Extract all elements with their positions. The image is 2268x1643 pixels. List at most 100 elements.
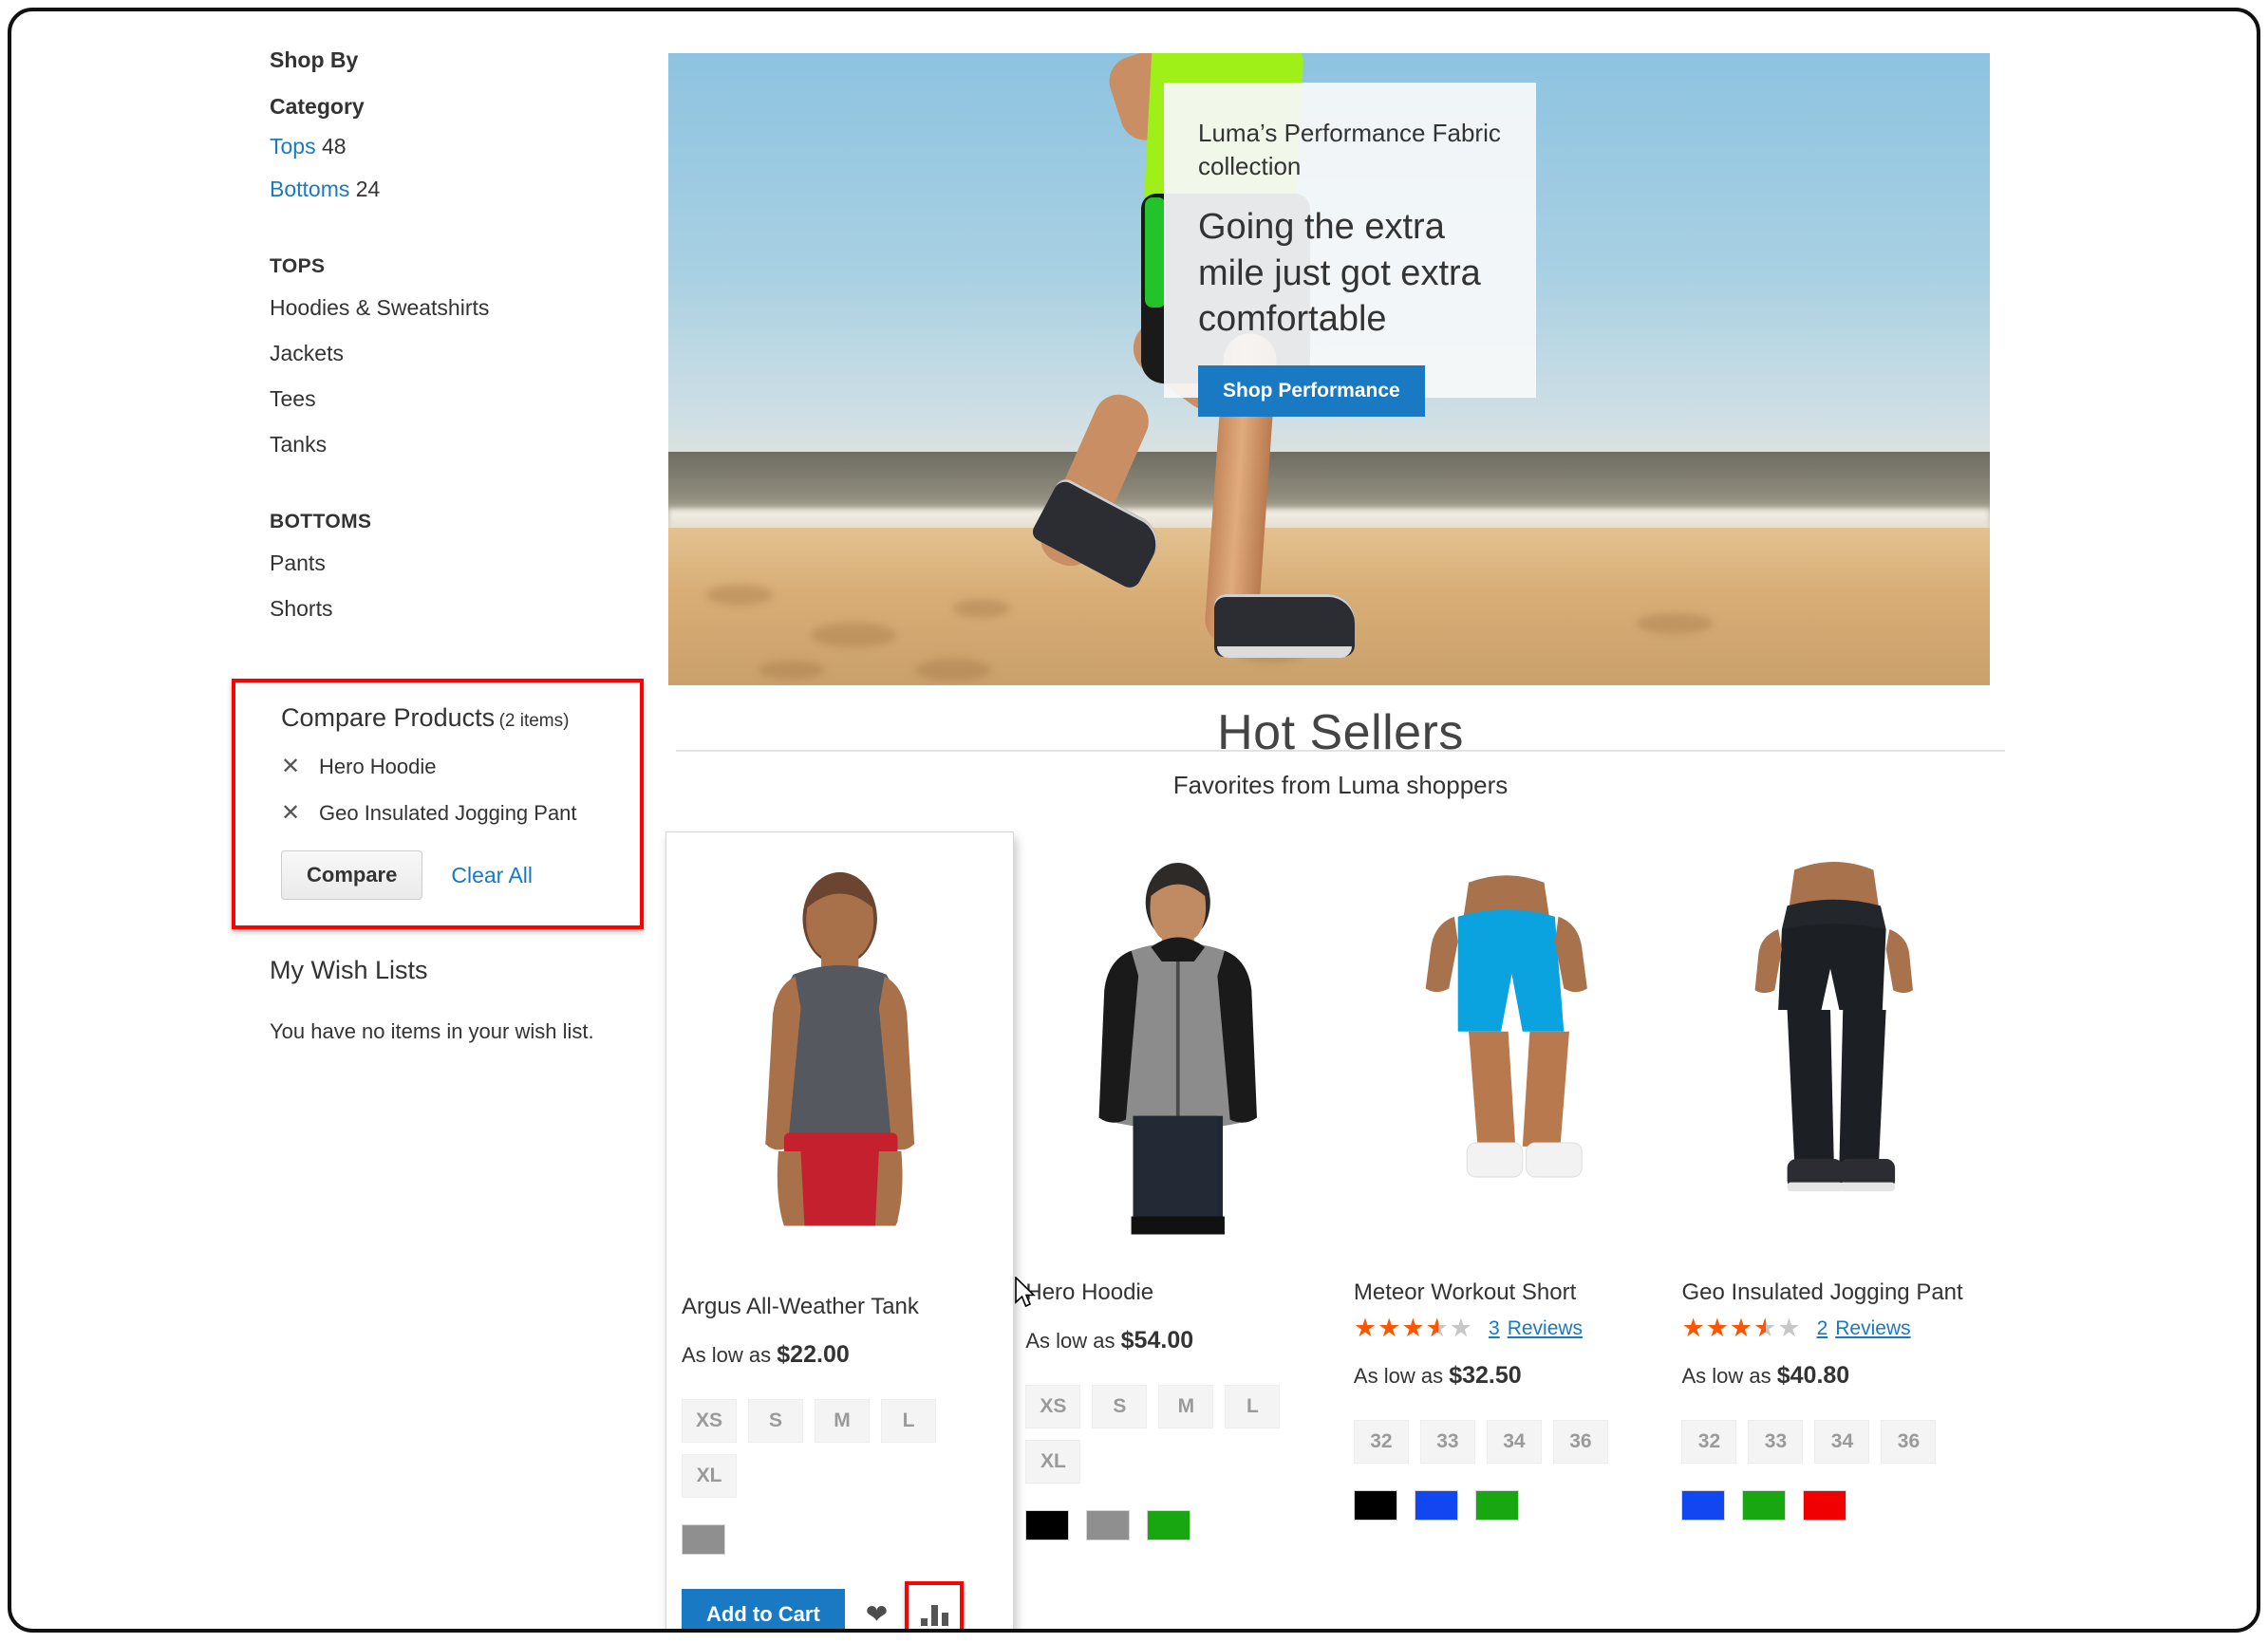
sidebar-item-tops[interactable]: Tops: [270, 134, 316, 159]
size-option[interactable]: 34: [1814, 1420, 1870, 1464]
size-options: 32 33 34 36: [1681, 1420, 1966, 1464]
price-value: $22.00: [777, 1341, 850, 1368]
color-swatches: [1353, 1490, 1659, 1521]
sand-footprint: [759, 661, 825, 680]
size-option[interactable]: 33: [1748, 1420, 1804, 1464]
runner-shorts-stripe: [1145, 197, 1166, 308]
sidebar: Shop By Category Tops 48 Bottoms 24 TOPS…: [270, 47, 668, 642]
product-image[interactable]: [1681, 831, 1988, 1257]
sand-footprint: [915, 659, 991, 681]
star-icon: ★: [1378, 1314, 1402, 1342]
size-option[interactable]: 32: [1353, 1420, 1409, 1464]
product-card[interactable]: Geo Insulated Jogging Pant ★ ★ ★ ★★ ★ 2 …: [1670, 831, 1998, 1629]
rating-stars[interactable]: ★ ★ ★ ★★ ★ 2 Reviews: [1681, 1316, 1987, 1341]
product-name[interactable]: Meteor Workout Short: [1354, 1279, 1659, 1306]
size-option[interactable]: L: [1225, 1385, 1281, 1428]
product-image[interactable]: [1353, 831, 1659, 1257]
star-icon: ★: [1705, 1314, 1730, 1342]
runner-shoe-sole: [1217, 646, 1352, 658]
color-swatch[interactable]: [1025, 1510, 1070, 1540]
compare-item-label[interactable]: Hero Hoodie: [319, 755, 437, 779]
mouse-cursor: [1015, 1277, 1036, 1308]
add-to-cart-button[interactable]: Add to Cart: [682, 1589, 845, 1629]
size-option[interactable]: 34: [1486, 1420, 1542, 1464]
product-grid: Argus All-Weather Tank As low as $22.00 …: [665, 831, 1998, 1629]
reviews-link[interactable]: Reviews: [1508, 1317, 1583, 1340]
reviews-link[interactable]: Reviews: [1835, 1317, 1910, 1340]
rating-stars[interactable]: ★ ★ ★ ★★ ★ 3 Reviews: [1354, 1316, 1659, 1341]
compare-actions: Compare Clear All: [281, 850, 615, 900]
sand-footprint: [1637, 613, 1713, 634]
shop-performance-button[interactable]: Shop Performance: [1198, 365, 1425, 418]
size-option[interactable]: XL: [682, 1454, 737, 1498]
product-name[interactable]: Argus All-Weather Tank: [682, 1294, 998, 1320]
sidebar-item-pants[interactable]: Pants: [270, 551, 668, 576]
color-swatch[interactable]: [682, 1524, 725, 1555]
star-icon: ★: [1729, 1314, 1754, 1342]
color-swatch[interactable]: [1086, 1510, 1131, 1540]
reviews-count[interactable]: 3: [1489, 1317, 1500, 1340]
color-swatch[interactable]: [1147, 1510, 1191, 1540]
product-price: As low as $22.00: [682, 1341, 998, 1369]
size-option[interactable]: 33: [1419, 1420, 1475, 1464]
clear-all-link[interactable]: Clear All: [451, 863, 533, 888]
sidebar-item-tanks[interactable]: Tanks: [270, 432, 668, 457]
compare-list-item: ✕ Hero Hoodie: [281, 755, 615, 779]
remove-icon[interactable]: ✕: [281, 756, 306, 778]
product-card[interactable]: Hero Hoodie As low as $54.00 XS S M L XL: [1014, 831, 1342, 1629]
compare-item-label[interactable]: Geo Insulated Jogging Pant: [319, 801, 577, 826]
product-name[interactable]: Geo Insulated Jogging Pant: [1681, 1279, 1987, 1306]
color-swatch[interactable]: [1414, 1490, 1458, 1521]
size-option[interactable]: 36: [1881, 1420, 1937, 1464]
hot-sellers-subtitle: Favorites from Luma shoppers: [1172, 771, 1509, 799]
price-value: $32.50: [1449, 1362, 1522, 1389]
remove-icon[interactable]: ✕: [281, 802, 306, 825]
color-swatch[interactable]: [1474, 1490, 1519, 1521]
size-option[interactable]: M: [1158, 1385, 1214, 1428]
category-row-tops: Tops 48: [270, 134, 668, 159]
color-swatch[interactable]: [1353, 1490, 1397, 1521]
color-swatch[interactable]: [1742, 1490, 1787, 1521]
hot-sellers-title: Hot Sellers: [1217, 705, 1464, 760]
size-option[interactable]: L: [881, 1399, 936, 1443]
color-swatch[interactable]: [1803, 1490, 1847, 1521]
price-value: $40.80: [1776, 1362, 1850, 1389]
sidebar-item-tees[interactable]: Tees: [270, 386, 668, 412]
size-option[interactable]: XL: [1025, 1440, 1081, 1484]
product-card[interactable]: Meteor Workout Short ★ ★ ★ ★★ ★ 3 Review…: [1342, 831, 1671, 1629]
sidebar-item-hoodies-sweatshirts[interactable]: Hoodies & Sweatshirts: [270, 295, 668, 321]
product-price: As low as $40.80: [1681, 1362, 1987, 1390]
reviews-count[interactable]: 2: [1817, 1317, 1828, 1340]
product-image[interactable]: [682, 846, 999, 1271]
compare-button[interactable]: Compare: [281, 850, 423, 900]
size-option[interactable]: S: [748, 1399, 803, 1443]
size-option[interactable]: XS: [1025, 1385, 1081, 1428]
heart-icon[interactable]: ❤: [866, 1601, 888, 1628]
color-swatch[interactable]: [1681, 1490, 1726, 1521]
size-option[interactable]: XS: [682, 1399, 737, 1443]
size-option[interactable]: M: [815, 1399, 870, 1443]
size-option[interactable]: 36: [1552, 1420, 1608, 1464]
product-image[interactable]: [1025, 831, 1331, 1257]
star-icon: ★: [1401, 1314, 1426, 1342]
size-option[interactable]: S: [1092, 1385, 1148, 1428]
sand-footprint: [811, 623, 896, 647]
compare-title-text: Compare Products: [281, 703, 496, 732]
color-swatches: [1681, 1490, 1987, 1521]
bottoms-count: 24: [355, 177, 381, 202]
price-prefix: As low as: [1681, 1364, 1771, 1388]
compare-item-count: (2 items): [498, 711, 570, 731]
product-name[interactable]: Hero Hoodie: [1025, 1279, 1331, 1306]
sidebar-item-shorts[interactable]: Shorts: [270, 596, 668, 622]
hero-banner[interactable]: Luma’s Performance Fabric collection Goi…: [668, 53, 1990, 685]
product-card[interactable]: Argus All-Weather Tank As low as $22.00 …: [665, 831, 1015, 1629]
size-option[interactable]: 32: [1681, 1420, 1737, 1464]
star-half-icon: ★★: [1753, 1314, 1778, 1342]
product-price: As low as $54.00: [1025, 1327, 1331, 1354]
sidebar-item-jackets[interactable]: Jackets: [270, 341, 668, 366]
add-to-compare-button[interactable]: [905, 1581, 965, 1629]
sidebar-item-bottoms[interactable]: Bottoms: [270, 177, 349, 201]
promo-kicker: Luma’s Performance Fabric collection: [1198, 119, 1501, 181]
shop-by-heading: Shop By: [270, 47, 359, 72]
page-frame: Shop By Category Tops 48 Bottoms 24 TOPS…: [8, 8, 2260, 1633]
